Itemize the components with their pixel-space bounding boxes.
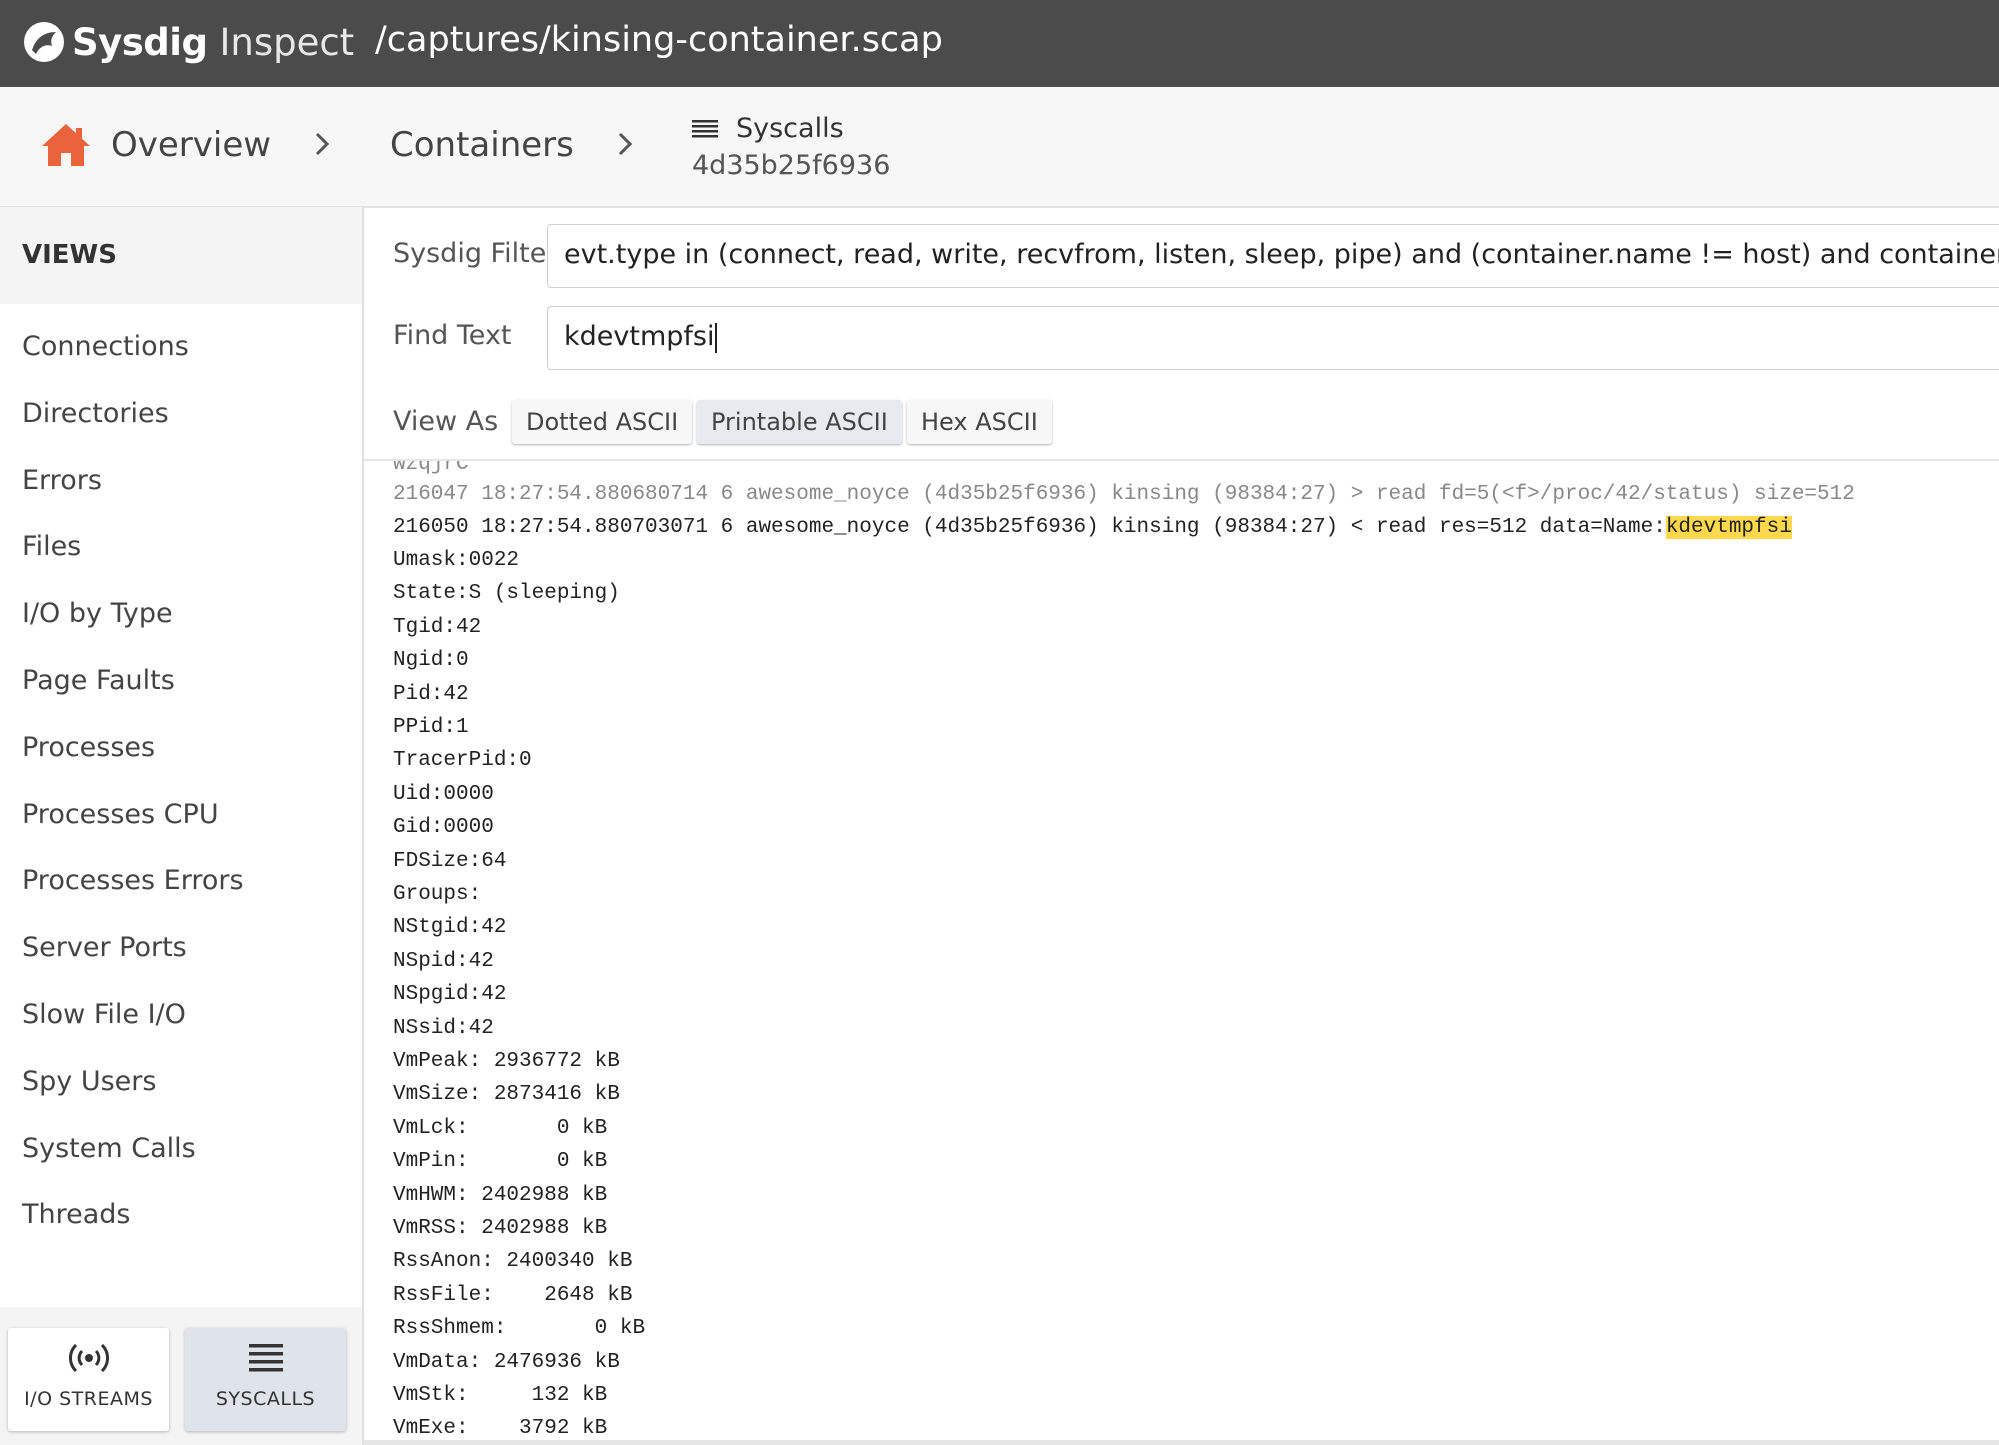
output-line: Gid:0000 bbox=[393, 816, 494, 840]
printable-ascii-button[interactable]: Printable ASCII bbox=[697, 400, 902, 444]
output-line: Groups: bbox=[393, 883, 482, 906]
find-text-string: kdevtmpfsi bbox=[564, 321, 715, 352]
sidebar-item-page-faults[interactable]: Page Faults bbox=[0, 648, 362, 715]
output-line: NStgid:42 bbox=[393, 916, 507, 940]
output-line: Uid:0000 bbox=[393, 782, 494, 806]
output-line-partial: wzqjrC bbox=[393, 461, 469, 476]
output-line: VmLck: 0 kB bbox=[393, 1116, 608, 1140]
output-line-event: 216047 18:27:54.880680714 6 awesome_noyc… bbox=[393, 483, 1855, 506]
dotted-ascii-button[interactable]: Dotted ASCII bbox=[512, 400, 693, 444]
sidebar-item-spy-users[interactable]: Spy Users bbox=[0, 1049, 362, 1116]
home-icon[interactable] bbox=[40, 122, 92, 168]
sidebar-item-connections[interactable]: Connections bbox=[0, 314, 362, 381]
broadcast-icon bbox=[68, 1343, 109, 1373]
io-streams-tab[interactable]: I/O STREAMS bbox=[8, 1328, 169, 1431]
breadcrumb-containers[interactable]: Containers bbox=[390, 125, 574, 165]
divider bbox=[364, 1440, 1999, 1445]
bottom-tabs: I/O STREAMS SYSCALLS bbox=[0, 1307, 362, 1445]
view-as-label: View As bbox=[393, 406, 499, 437]
sidebar-item-system-calls[interactable]: System Calls bbox=[0, 1116, 362, 1183]
find-text-label: Find Text bbox=[393, 320, 512, 351]
output-line: VmData: 2476936 kB bbox=[393, 1350, 620, 1374]
sysdig-logo[interactable]: Sysdig Inspect bbox=[22, 18, 354, 66]
sysdig-filter-input[interactable]: evt.type in (connect, read, write, recvf… bbox=[547, 224, 1999, 288]
output-line: Umask:0022 bbox=[393, 549, 520, 572]
output-line: TracerPid:0 bbox=[393, 749, 532, 773]
output-line: FDSize:64 bbox=[393, 849, 507, 873]
output-line: NSpid:42 bbox=[393, 949, 494, 973]
views-list: Connections Directories Errors Files I/O… bbox=[0, 314, 362, 1249]
output-line: RssShmem: 0 kB bbox=[393, 1317, 646, 1341]
sidebar-item-files[interactable]: Files bbox=[0, 514, 362, 581]
output-line: VmPeak: 2936772 kB bbox=[393, 1050, 620, 1073]
sidebar-item-io-by-type[interactable]: I/O by Type bbox=[0, 581, 362, 648]
sidebar-item-errors[interactable]: Errors bbox=[0, 448, 362, 515]
chevron-right-icon bbox=[618, 132, 633, 156]
sidebar-item-slow-file-io[interactable]: Slow File I/O bbox=[0, 982, 362, 1049]
output-line-event: 216050 18:27:54.880703071 6 awesome_noyc… bbox=[393, 516, 1792, 539]
sidebar-item-threads[interactable]: Threads bbox=[0, 1182, 362, 1249]
find-text-value: kdevtmpfsi bbox=[564, 321, 718, 353]
io-streams-label: I/O STREAMS bbox=[24, 1388, 153, 1410]
sidebar-item-server-ports[interactable]: Server Ports bbox=[0, 915, 362, 982]
output-line: PPid:1 bbox=[393, 716, 469, 739]
output-line: NSsid:42 bbox=[393, 1016, 494, 1040]
list-icon bbox=[248, 1344, 283, 1372]
breadcrumb-container-id: 4d35b25f6936 bbox=[692, 150, 891, 181]
syscall-output[interactable]: wzqjrC 216047 18:27:54.880680714 6 aweso… bbox=[364, 461, 1999, 1439]
output-line: VmHWM: 2402988 kB bbox=[393, 1183, 608, 1207]
sidebar-item-directories[interactable]: Directories bbox=[0, 381, 362, 448]
output-line: Ngid:0 bbox=[393, 649, 469, 673]
syscalls-label: SYSCALLS bbox=[215, 1388, 316, 1410]
breadcrumb-overview[interactable]: Overview bbox=[111, 125, 271, 165]
text-caret bbox=[715, 322, 718, 353]
breadcrumb-current: Syscalls 4d35b25f6936 bbox=[692, 113, 890, 181]
output-line: VmSize: 2873416 kB bbox=[393, 1083, 620, 1107]
find-text-input[interactable]: kdevtmpfsi bbox=[547, 306, 1999, 370]
output-line: Tgid:42 bbox=[393, 615, 482, 639]
sysdig-logo-icon bbox=[24, 22, 64, 62]
output-line: RssFile: 2648 kB bbox=[393, 1283, 633, 1307]
output-line: VmExe: 3792 kB bbox=[393, 1417, 608, 1439]
list-icon bbox=[692, 119, 718, 137]
sidebar-item-processes-cpu[interactable]: Processes CPU bbox=[0, 782, 362, 849]
top-bar: Sysdig Inspect /captures/kinsing-contain… bbox=[0, 0, 1999, 87]
hex-ascii-button[interactable]: Hex ASCII bbox=[907, 400, 1052, 444]
output-line: VmPin: 0 kB bbox=[393, 1150, 608, 1174]
views-sidebar: VIEWS Connections Directories Errors Fil… bbox=[0, 207, 364, 1445]
chevron-right-icon bbox=[315, 132, 330, 156]
sidebar-item-processes[interactable]: Processes bbox=[0, 715, 362, 782]
output-line: State:S (sleeping) bbox=[393, 582, 620, 606]
sidebar-item-processes-errors[interactable]: Processes Errors bbox=[0, 848, 362, 915]
brand-name: Sysdig bbox=[72, 20, 208, 64]
syscalls-tab[interactable]: SYSCALLS bbox=[185, 1328, 346, 1431]
product-name: Inspect bbox=[219, 20, 355, 64]
output-line: RssAnon: 2400340 kB bbox=[393, 1250, 633, 1274]
breadcrumb-current-title: Syscalls bbox=[736, 113, 844, 144]
sysdig-filter-label: Sysdig Filter bbox=[393, 238, 558, 269]
output-line: VmStk: 132 kB bbox=[393, 1384, 608, 1407]
search-match-highlight: kdevtmpfsi bbox=[1665, 516, 1792, 539]
output-line: VmRSS: 2402988 kB bbox=[393, 1217, 608, 1240]
sysdig-filter-value: evt.type in (connect, read, write, recvf… bbox=[564, 239, 1999, 270]
output-line: NSpgid:42 bbox=[393, 983, 507, 1007]
breadcrumb: Overview Containers Syscalls 4d35b25f693… bbox=[0, 87, 1999, 208]
output-line: Pid:42 bbox=[393, 682, 469, 706]
capture-path: /captures/kinsing-container.scap bbox=[375, 20, 943, 60]
output-line-prefix: 216050 18:27:54.880703071 6 awesome_noyc… bbox=[393, 516, 1666, 539]
views-heading: VIEWS bbox=[0, 207, 362, 304]
